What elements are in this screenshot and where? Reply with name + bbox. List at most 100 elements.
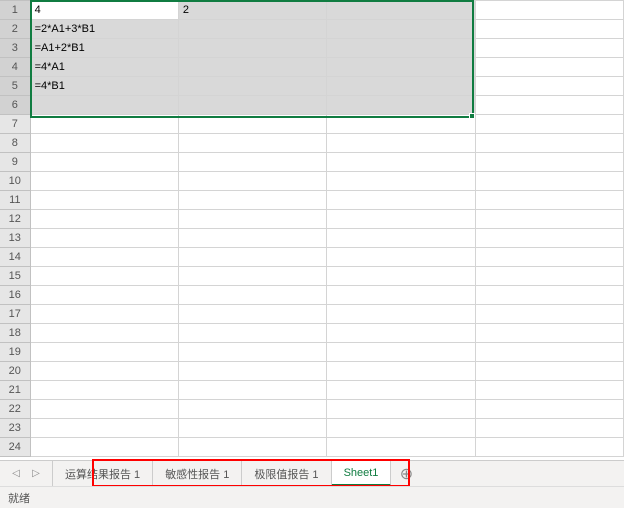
cell-B13[interactable] [178, 229, 326, 248]
cell-B12[interactable] [178, 210, 326, 229]
cell-A14[interactable] [30, 248, 178, 267]
cell-D11[interactable] [475, 191, 623, 210]
cell-C9[interactable] [327, 153, 475, 172]
cell-C5[interactable] [327, 77, 475, 96]
cell-C17[interactable] [327, 305, 475, 324]
cell-D1[interactable] [475, 1, 623, 20]
cell-A24[interactable] [30, 438, 178, 457]
cell-B1[interactable]: 2 [178, 1, 326, 20]
add-sheet-button[interactable]: ⊕ [391, 464, 421, 484]
cell-D4[interactable] [475, 58, 623, 77]
row-header[interactable]: 15 [0, 267, 30, 286]
cell-D6[interactable] [475, 96, 623, 115]
cell-B5[interactable] [178, 77, 326, 96]
cell-C11[interactable] [327, 191, 475, 210]
row-header[interactable]: 6 [0, 96, 30, 115]
row-header[interactable]: 9 [0, 153, 30, 172]
cell-D22[interactable] [475, 400, 623, 419]
sheet-tab[interactable]: Sheet1 [332, 461, 392, 486]
cell-A7[interactable] [30, 115, 178, 134]
cell-A19[interactable] [30, 343, 178, 362]
cell-C14[interactable] [327, 248, 475, 267]
cell-B23[interactable] [178, 419, 326, 438]
cell-A20[interactable] [30, 362, 178, 381]
cell-C21[interactable] [327, 381, 475, 400]
cell-B10[interactable] [178, 172, 326, 191]
row-header[interactable]: 3 [0, 39, 30, 58]
cell-C23[interactable] [327, 419, 475, 438]
row-header[interactable]: 13 [0, 229, 30, 248]
cell-B11[interactable] [178, 191, 326, 210]
cell-B9[interactable] [178, 153, 326, 172]
cell-A22[interactable] [30, 400, 178, 419]
cell-B7[interactable] [178, 115, 326, 134]
row-header[interactable]: 4 [0, 58, 30, 77]
cell-C7[interactable] [327, 115, 475, 134]
cell-C6[interactable] [327, 96, 475, 115]
cell-D7[interactable] [475, 115, 623, 134]
cell-D15[interactable] [475, 267, 623, 286]
cell-D21[interactable] [475, 381, 623, 400]
row-header[interactable]: 5 [0, 77, 30, 96]
cell-A1[interactable]: 4 [30, 1, 178, 20]
row-header[interactable]: 23 [0, 419, 30, 438]
row-header[interactable]: 1 [0, 1, 30, 20]
cell-B21[interactable] [178, 381, 326, 400]
cell-D10[interactable] [475, 172, 623, 191]
cell-B2[interactable] [178, 20, 326, 39]
sheet-tab[interactable]: 极限值报告 1 [242, 461, 331, 486]
cell-B8[interactable] [178, 134, 326, 153]
cell-D2[interactable] [475, 20, 623, 39]
row-header[interactable]: 22 [0, 400, 30, 419]
tab-scroll-next[interactable]: ▷ [28, 466, 44, 482]
cell-D16[interactable] [475, 286, 623, 305]
cell-D12[interactable] [475, 210, 623, 229]
row-header[interactable]: 11 [0, 191, 30, 210]
cell-B15[interactable] [178, 267, 326, 286]
cell-C18[interactable] [327, 324, 475, 343]
cell-D19[interactable] [475, 343, 623, 362]
cell-B18[interactable] [178, 324, 326, 343]
cell-C8[interactable] [327, 134, 475, 153]
cell-A2[interactable]: =2*A1+3*B1 [30, 20, 178, 39]
cell-C10[interactable] [327, 172, 475, 191]
cell-A11[interactable] [30, 191, 178, 210]
cell-A6[interactable] [30, 96, 178, 115]
spreadsheet-grid[interactable]: 1422=2*A1+3*B13=A1+2*B14=4*A15=4*B167891… [0, 0, 624, 460]
cell-C24[interactable] [327, 438, 475, 457]
cell-B4[interactable] [178, 58, 326, 77]
row-header[interactable]: 2 [0, 20, 30, 39]
cell-D24[interactable] [475, 438, 623, 457]
row-header[interactable]: 10 [0, 172, 30, 191]
sheet-tab[interactable]: 敏感性报告 1 [153, 461, 242, 486]
row-header[interactable]: 16 [0, 286, 30, 305]
cell-B22[interactable] [178, 400, 326, 419]
cell-C22[interactable] [327, 400, 475, 419]
cell-C4[interactable] [327, 58, 475, 77]
cell-B17[interactable] [178, 305, 326, 324]
cell-D20[interactable] [475, 362, 623, 381]
sheet-tab[interactable]: 运算结果报告 1 [52, 461, 153, 486]
row-header[interactable]: 8 [0, 134, 30, 153]
cell-A16[interactable] [30, 286, 178, 305]
cell-C20[interactable] [327, 362, 475, 381]
cell-D13[interactable] [475, 229, 623, 248]
cell-D23[interactable] [475, 419, 623, 438]
cell-A9[interactable] [30, 153, 178, 172]
row-header[interactable]: 20 [0, 362, 30, 381]
cell-A23[interactable] [30, 419, 178, 438]
row-header[interactable]: 18 [0, 324, 30, 343]
cell-A12[interactable] [30, 210, 178, 229]
cell-A15[interactable] [30, 267, 178, 286]
cell-D8[interactable] [475, 134, 623, 153]
cell-D14[interactable] [475, 248, 623, 267]
cell-B3[interactable] [178, 39, 326, 58]
cell-C16[interactable] [327, 286, 475, 305]
tab-scroll-prev[interactable]: ◁ [8, 466, 24, 482]
cell-D17[interactable] [475, 305, 623, 324]
cell-B19[interactable] [178, 343, 326, 362]
row-header[interactable]: 24 [0, 438, 30, 457]
cell-C3[interactable] [327, 39, 475, 58]
cell-D3[interactable] [475, 39, 623, 58]
cell-B20[interactable] [178, 362, 326, 381]
